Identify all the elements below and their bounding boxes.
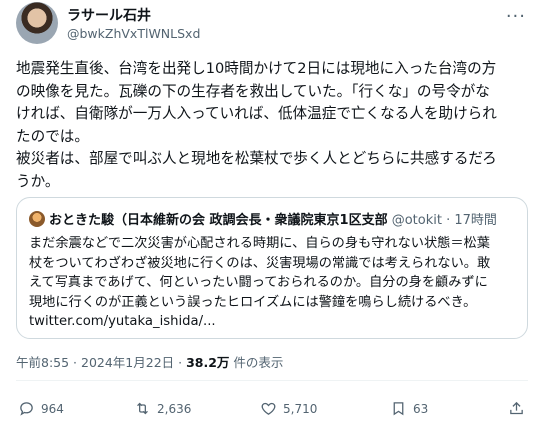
quoted-link[interactable]: twitter.com/yutaka_ishida/...: [29, 312, 490, 332]
tweet-line: ければ、自衛隊が一万人入っていれば、低体温症で亡くなる人を助けられ: [16, 105, 497, 122]
like-button[interactable]: 5,710: [260, 400, 317, 417]
quoted-header: おときた駿（日本維新の会 政調会長・衆議院東京1区支部 @otokit · 17…: [29, 209, 519, 228]
tweet-text: 地震発生直後、台湾を出発し10時間かけて2日には現地に入った台湾の方 の映像を見…: [16, 58, 528, 193]
quoted-name: おときた駿（日本維新の会 政調会長・衆議院東京1区支部: [49, 213, 388, 228]
tweet-timestamp: 午前8:55 · 2024年1月22日 · 38.2万 件の表示: [16, 352, 283, 371]
share-button[interactable]: [508, 400, 531, 417]
view-label: 件の表示: [229, 355, 284, 370]
bookmark-icon: [393, 402, 404, 416]
divider: [16, 380, 528, 381]
tweet-line: うか。: [16, 172, 60, 190]
like-count: 5,710: [283, 401, 318, 416]
action-bar: 964 2,636 5,710 63: [16, 400, 528, 420]
bookmark-button[interactable]: 63: [390, 400, 428, 417]
display-name[interactable]: ラサール石井: [67, 5, 151, 25]
quoted-handle: @otokit: [391, 213, 442, 228]
meta-sep: ·: [174, 355, 187, 370]
avatar[interactable]: [16, 2, 58, 44]
retweet-count: 2,636: [157, 401, 192, 416]
date[interactable]: 2024年1月22日: [81, 355, 174, 370]
time[interactable]: 午前8:55: [16, 355, 69, 370]
tweet-line: の映像を見た。瓦礫の下の生存者を救出していた。「行くな」の号令がな: [16, 82, 490, 100]
reply-icon: [20, 402, 33, 416]
quoted-line: まだ余震などで二次災害が心配される時期に、自らの身も守れない状態＝松葉: [29, 236, 490, 251]
quoted-text: まだ余震などで二次災害が心配される時期に、自らの身も守れない状態＝松葉 杖をつい…: [29, 234, 490, 332]
heart-icon: [261, 402, 276, 415]
tweet-line: 被災者は、部屋で叫ぶ人と現地を松葉杖で歩く人とどちらに共感するだろ: [16, 150, 497, 167]
meta-sep: ·: [69, 355, 81, 370]
share-icon: [510, 401, 523, 415]
retweet-button[interactable]: 2,636: [134, 400, 191, 417]
reply-button[interactable]: 964: [18, 400, 64, 417]
quoted-sep: ·: [441, 213, 455, 228]
tweet-line: たのでは。: [16, 127, 89, 145]
quoted-line: 現地に行くのが正義という誤ったヒロイズムには警鐘を鳴らし続けるべき。: [29, 294, 477, 310]
quoted-avatar: [29, 211, 45, 227]
bookmark-count: 63: [413, 401, 429, 416]
view-count: 38.2万: [186, 355, 230, 370]
quoted-line: えて写真まであげて、何といったい闘っておられるのか。自分の身を顧みずに: [29, 275, 488, 290]
handle[interactable]: @bwkZhVxTlWNLSxd: [67, 26, 200, 41]
reply-count: 964: [41, 401, 64, 416]
more-icon[interactable]: ···: [506, 6, 526, 27]
quoted-time: 17時間: [454, 213, 497, 228]
retweet-icon: [137, 402, 148, 415]
tweet-line: 地震発生直後、台湾を出発し10時間かけて2日には現地に入った台湾の方: [16, 60, 497, 77]
quoted-line: 杖をついてわざわざ被災地に行くのは、災害現場の常識では考えられない。敢: [29, 255, 491, 271]
quoted-tweet[interactable]: おときた駿（日本維新の会 政調会長・衆議院東京1区支部 @otokit · 17…: [16, 197, 528, 339]
